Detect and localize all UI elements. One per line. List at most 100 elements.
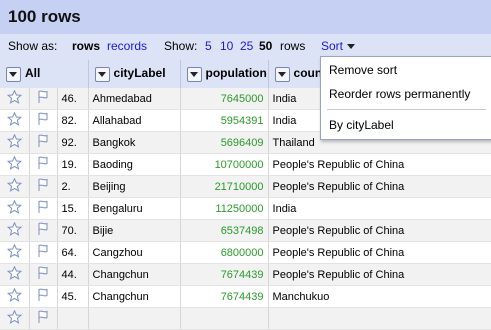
row-index-cell: 2. (57, 175, 89, 198)
flag-icon[interactable] (29, 197, 58, 220)
show-as-label: Show as: (8, 39, 58, 53)
flag-icon[interactable] (29, 131, 58, 154)
table-row: 44. Changchun 7674439 People's Republic of … (0, 263, 491, 286)
page-size-25-link[interactable]: 25 (240, 39, 253, 53)
flag-icon[interactable] (29, 285, 58, 308)
country-cell: India (268, 197, 491, 220)
population-cell (180, 307, 269, 330)
row-index-cell: 92. (57, 131, 89, 154)
city-cell: Changchun (88, 263, 181, 286)
row-index-cell: 82. (57, 109, 89, 132)
population-column-label: population (205, 66, 267, 81)
star-icon[interactable] (0, 131, 30, 154)
population-cell: 7674439 (180, 285, 269, 308)
table-row: 64. Cangzhou 6800000 People's Republic of C… (0, 241, 491, 264)
population-dropdown-icon[interactable] (186, 66, 202, 82)
country-cell (268, 307, 491, 330)
citylabel-column-header[interactable]: cityLabel (88, 60, 181, 88)
row-index-cell: 45. (57, 285, 89, 308)
star-icon[interactable] (0, 241, 30, 264)
population-cell: 5696409 (180, 131, 269, 154)
sort-label: Sort (321, 39, 344, 53)
show-label: Show: (164, 39, 198, 53)
star-icon[interactable] (0, 285, 30, 308)
menu-divider (327, 109, 486, 110)
reorder-rows-menu-item[interactable]: Reorder rows permanently (329, 87, 470, 101)
city-cell: Bengaluru (88, 197, 181, 220)
table-row (0, 307, 491, 330)
page-size-50-option[interactable]: 50 (259, 39, 272, 53)
population-cell: 7674439 (180, 263, 269, 286)
row-index-cell (57, 307, 89, 330)
population-cell: 10700000 (180, 153, 269, 176)
table-row: 70. Bijie 6537498 People's Republic of Chin… (0, 219, 491, 242)
population-cell: 6537498 (180, 219, 269, 242)
flag-icon[interactable] (29, 263, 58, 286)
citylabel-column-label: cityLabel (113, 66, 166, 81)
star-icon[interactable] (0, 263, 30, 286)
row-index-cell: 44. (57, 263, 89, 286)
rows-suffix-label: rows (280, 39, 306, 53)
city-cell: Ahmedabad (88, 88, 181, 110)
star-icon[interactable] (0, 307, 30, 330)
star-icon[interactable] (0, 219, 30, 242)
flag-icon[interactable] (29, 307, 58, 330)
country-column-label: coun (293, 66, 323, 81)
country-cell: People's Republic of China (268, 263, 491, 286)
country-cell: People's Republic of China (268, 219, 491, 242)
population-column-header[interactable]: population (180, 60, 269, 88)
remove-sort-menu-item[interactable]: Remove sort (329, 63, 397, 77)
sort-menu-button[interactable]: Sort (321, 39, 356, 53)
country-cell: People's Republic of China (268, 241, 491, 264)
table-row: 15. Bengaluru 11250000 India (0, 197, 491, 220)
city-cell: Changchun (88, 285, 181, 308)
citylabel-dropdown-icon[interactable] (94, 66, 110, 82)
population-cell: 6800000 (180, 241, 269, 264)
sort-by-citylabel-menu-item[interactable]: By cityLabel (329, 118, 394, 132)
flag-icon[interactable] (29, 175, 58, 198)
country-cell: People's Republic of China (268, 175, 491, 198)
page-size-10-link[interactable]: 10 (220, 39, 233, 53)
star-icon[interactable] (0, 175, 30, 198)
flag-icon[interactable] (29, 241, 58, 264)
flag-icon[interactable] (29, 109, 58, 132)
row-index-cell: 46. (57, 88, 89, 110)
table-row: 2. Beijing 21710000 People's Republic of Ch… (0, 175, 491, 198)
star-icon[interactable] (0, 197, 30, 220)
records-mode-link[interactable]: records (107, 39, 147, 53)
page-title: 100 rows (8, 7, 81, 26)
city-cell: Allahabad (88, 109, 181, 132)
city-cell: Cangzhou (88, 241, 181, 264)
population-cell: 11250000 (180, 197, 269, 220)
rows-mode-option[interactable]: rows (72, 39, 100, 53)
country-cell: People's Republic of China (268, 153, 491, 176)
row-index-cell: 19. (57, 153, 89, 176)
all-column-header[interactable]: All (0, 60, 89, 88)
table-row: 45. Changchun 7674439 Manchukuo (0, 285, 491, 308)
row-index-cell: 70. (57, 219, 89, 242)
city-cell: Baoding (88, 153, 181, 176)
star-icon[interactable] (0, 88, 30, 110)
all-column-dropdown-icon[interactable] (6, 66, 21, 82)
all-column-label: All (25, 66, 41, 81)
city-cell: Bangkok (88, 131, 181, 154)
population-cell: 7645000 (180, 88, 269, 110)
city-cell: Beijing (88, 175, 181, 198)
flag-icon[interactable] (29, 219, 58, 242)
page-size-5-link[interactable]: 5 (205, 39, 212, 53)
population-cell: 5954391 (180, 109, 269, 132)
country-cell: Manchukuo (268, 285, 491, 308)
city-cell (88, 307, 181, 330)
flag-icon[interactable] (29, 88, 58, 110)
star-icon[interactable] (0, 109, 30, 132)
flag-icon[interactable] (29, 153, 58, 176)
row-index-cell: 15. (57, 197, 89, 220)
star-icon[interactable] (0, 153, 30, 176)
city-cell: Bijie (88, 219, 181, 242)
population-cell: 21710000 (180, 175, 269, 198)
title-bar: 100 rows (0, 0, 491, 34)
country-dropdown-icon[interactable] (274, 66, 290, 82)
sort-dropdown-menu: Remove sort Reorder rows permanently By … (320, 56, 491, 140)
table-row: 19. Baoding 10700000 People's Republic of C… (0, 153, 491, 176)
row-index-cell: 64. (57, 241, 89, 264)
